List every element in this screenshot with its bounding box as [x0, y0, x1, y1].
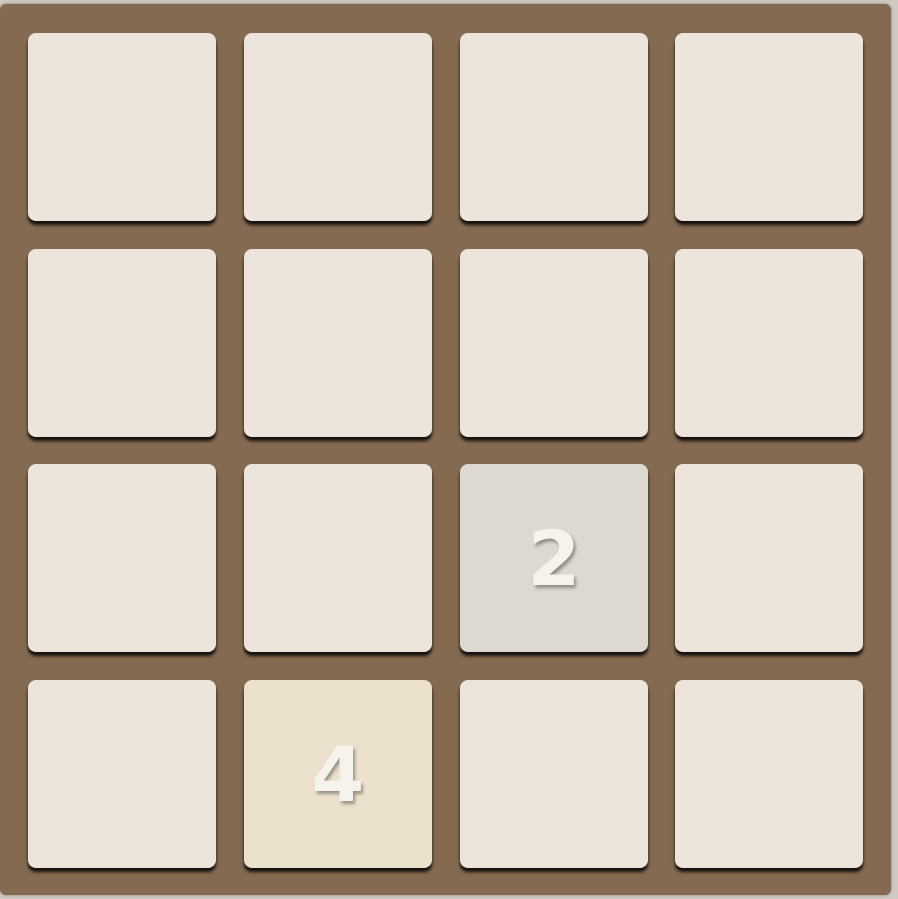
- grid-cell: [460, 680, 648, 868]
- grid-cell: [460, 33, 648, 221]
- grid-cell: [28, 464, 216, 652]
- tile-4: 4: [244, 680, 432, 868]
- grid-cell: [244, 33, 432, 221]
- grid-cell: [244, 249, 432, 437]
- grid-cell: [675, 680, 863, 868]
- grid-cell: [28, 680, 216, 868]
- grid-cell: [460, 249, 648, 437]
- grid-cell: [244, 464, 432, 652]
- grid-cell: [28, 249, 216, 437]
- game-board[interactable]: 2 4: [0, 4, 891, 895]
- grid-cell: [28, 33, 216, 221]
- grid-cell: [675, 464, 863, 652]
- grid-cell: [675, 249, 863, 437]
- grid-cell: [675, 33, 863, 221]
- tile-2: 2: [460, 464, 648, 652]
